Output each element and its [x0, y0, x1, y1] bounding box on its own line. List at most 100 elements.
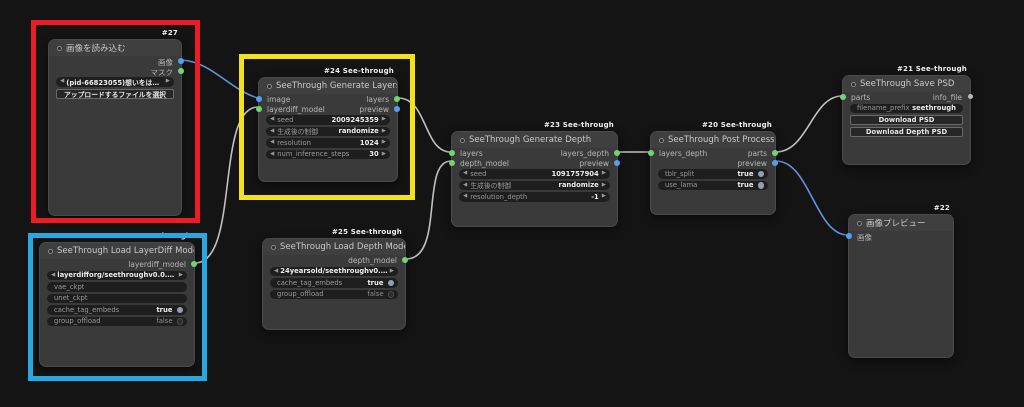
- widget-right-arrow-icon[interactable]: ▶: [382, 129, 386, 135]
- resolution-depth-widget[interactable]: ◀ resolution_depth -1 ▶: [459, 192, 610, 202]
- widget-label: seed: [470, 170, 486, 178]
- control-after-generate-widget[interactable]: ◀ 生成後の制御 randomize ▶: [266, 127, 390, 137]
- toggle-on-icon[interactable]: [758, 171, 765, 178]
- node-title: SeeThrough Post Process: [668, 135, 775, 145]
- widget-left-arrow-icon[interactable]: ◀: [463, 171, 467, 177]
- widget-right-arrow-icon[interactable]: ▶: [602, 183, 606, 189]
- collapse-dot-icon[interactable]: [460, 138, 465, 143]
- combo-right-arrow-icon[interactable]: ▶: [166, 79, 170, 85]
- input-layers-port[interactable]: [449, 150, 455, 156]
- filename-combo[interactable]: ◀ (pid-66823055)想いをはせる妖夢 ... ▶: [56, 77, 174, 87]
- widget-value: randomize: [338, 127, 378, 135]
- download-psd-button[interactable]: Download PSD: [850, 115, 963, 125]
- collapse-dot-icon[interactable]: [271, 245, 276, 250]
- toggle-on-icon[interactable]: [177, 307, 184, 314]
- output-layerdiff-model-port[interactable]: [191, 261, 197, 267]
- widget-label: group_offload: [277, 290, 324, 298]
- model-combo-value: layerdifforg/seethroughv0.0.2_layerdiff3…: [57, 271, 177, 279]
- output-parts-port[interactable]: [772, 150, 778, 156]
- resolution-widget[interactable]: ◀ resolution 1024 ▶: [266, 138, 390, 148]
- output-preview-port[interactable]: [394, 106, 400, 112]
- input-layerdiff-model-port[interactable]: [256, 106, 262, 112]
- node-save-psd[interactable]: #21 See-through SeeThrough Save PSD part…: [842, 75, 971, 165]
- unet-ckpt-widget[interactable]: unet_ckpt: [47, 294, 187, 304]
- collapse-dot-icon[interactable]: [48, 249, 53, 254]
- node-title-bar: SeeThrough Generate Layers: [259, 78, 397, 94]
- output-preview-label: preview: [359, 105, 389, 114]
- node-title-bar: SeeThrough Generate Depth: [452, 132, 617, 148]
- widget-left-arrow-icon[interactable]: ◀: [270, 152, 274, 158]
- widget-right-arrow-icon[interactable]: ▶: [382, 117, 386, 123]
- toggle-off-icon[interactable]: [388, 291, 395, 298]
- vae-ckpt-widget[interactable]: vae_ckpt: [47, 282, 187, 292]
- widget-right-arrow-icon[interactable]: ▶: [382, 140, 386, 146]
- download-depth-psd-button[interactable]: Download Depth PSD: [850, 127, 963, 137]
- filename-prefix-field[interactable]: filename_prefix seethrough: [850, 104, 963, 114]
- collapse-dot-icon[interactable]: [57, 46, 62, 51]
- widget-label: seed: [277, 116, 293, 124]
- num-inference-steps-widget[interactable]: ◀ num_inference_steps 30 ▶: [266, 150, 390, 160]
- use-lama-toggle[interactable]: use_lama true: [658, 181, 768, 191]
- combo-left-arrow-icon[interactable]: ◀: [51, 273, 55, 279]
- input-depth-model-port[interactable]: [449, 160, 455, 166]
- widget-left-arrow-icon[interactable]: ◀: [463, 183, 467, 189]
- collapse-dot-icon[interactable]: [659, 138, 664, 143]
- toggle-on-icon[interactable]: [758, 182, 765, 189]
- node-generate-depth[interactable]: #23 See-through SeeThrough Generate Dept…: [451, 131, 618, 227]
- group-offload-toggle[interactable]: group_offload false: [270, 290, 398, 300]
- input-layers-depth-port[interactable]: [648, 150, 654, 156]
- combo-right-arrow-icon[interactable]: ▶: [390, 269, 394, 275]
- output-preview-port[interactable]: [614, 160, 620, 166]
- collapse-dot-icon[interactable]: [267, 84, 272, 89]
- node-load-depth-model[interactable]: #25 See-through SeeThrough Load Depth Mo…: [262, 238, 406, 330]
- collapse-dot-icon[interactable]: [857, 221, 862, 226]
- wire-depth-model: [406, 161, 451, 259]
- toggle-value: true: [737, 181, 753, 189]
- input-image-port[interactable]: [846, 233, 852, 239]
- toggle-on-icon[interactable]: [388, 280, 395, 287]
- widget-left-arrow-icon[interactable]: ◀: [270, 117, 274, 123]
- seed-widget[interactable]: ◀ seed 2009245359 ▶: [266, 115, 390, 125]
- input-parts-port[interactable]: [840, 94, 846, 100]
- upload-file-button[interactable]: アップロードするファイルを選択: [56, 89, 174, 99]
- output-layers-depth-port[interactable]: [614, 150, 620, 156]
- output-image-port[interactable]: [178, 58, 184, 64]
- model-combo[interactable]: ◀ layerdifforg/seethroughv0.0.2_layerdif…: [47, 271, 187, 281]
- output-info-file-port[interactable]: [968, 94, 973, 99]
- node-graph-canvas[interactable]: #27 画像を読み込む 画像 マスク ◀ (pid-66823055)想いをはせ…: [0, 0, 1024, 407]
- widget-left-arrow-icon[interactable]: ◀: [270, 129, 274, 135]
- widget-right-arrow-icon[interactable]: ▶: [382, 152, 386, 158]
- combo-right-arrow-icon[interactable]: ▶: [179, 273, 183, 279]
- node-load-image[interactable]: #27 画像を読み込む 画像 マスク ◀ (pid-66823055)想いをはせ…: [48, 39, 182, 216]
- widget-left-arrow-icon[interactable]: ◀: [463, 194, 467, 200]
- node-generate-layers[interactable]: #24 See-through SeeThrough Generate Laye…: [258, 77, 398, 182]
- collapse-dot-icon[interactable]: [851, 82, 856, 87]
- output-layers-port[interactable]: [394, 96, 400, 102]
- widget-right-arrow-icon[interactable]: ▶: [602, 194, 606, 200]
- combo-left-arrow-icon[interactable]: ◀: [274, 269, 278, 275]
- widget-left-arrow-icon[interactable]: ◀: [270, 140, 274, 146]
- group-offload-toggle[interactable]: group_offload false: [47, 317, 187, 327]
- widget-label: 生成後の制御: [277, 127, 318, 137]
- control-after-generate-widget[interactable]: ◀ 生成後の制御 randomize ▶: [459, 181, 610, 191]
- toggle-off-icon[interactable]: [177, 318, 184, 325]
- node-title: 画像プレビュー: [866, 217, 926, 229]
- input-image-port[interactable]: [256, 96, 262, 102]
- node-load-layerdiff-model[interactable]: #26 See-through SeeThrough Load LayerDif…: [39, 242, 195, 367]
- slot-row: image layers: [259, 94, 397, 104]
- output-preview-port[interactable]: [772, 160, 778, 166]
- widget-value: 2009245359: [331, 116, 378, 124]
- node-post-process[interactable]: #20 See-through SeeThrough Post Process …: [650, 131, 776, 215]
- cache-tag-embeds-toggle[interactable]: cache_tag_embeds true: [47, 305, 187, 315]
- output-mask-port[interactable]: [178, 68, 184, 74]
- widget-right-arrow-icon[interactable]: ▶: [602, 171, 606, 177]
- slot-row: layers_depth parts: [651, 148, 775, 158]
- cache-tag-embeds-toggle[interactable]: cache_tag_embeds true: [270, 278, 398, 288]
- node-image-preview[interactable]: #22 画像プレビュー 画像: [848, 214, 954, 358]
- combo-left-arrow-icon[interactable]: ◀: [60, 79, 64, 85]
- seed-widget[interactable]: ◀ seed 1091757904 ▶: [459, 169, 610, 179]
- model-combo[interactable]: ◀ 24yearsold/seethroughv0.0.1_marigold ▶: [270, 267, 398, 277]
- tblr-split-toggle[interactable]: tblr_split true: [658, 169, 768, 179]
- output-depth-model-port[interactable]: [402, 257, 408, 263]
- node-badge: #21 See-through: [897, 65, 967, 73]
